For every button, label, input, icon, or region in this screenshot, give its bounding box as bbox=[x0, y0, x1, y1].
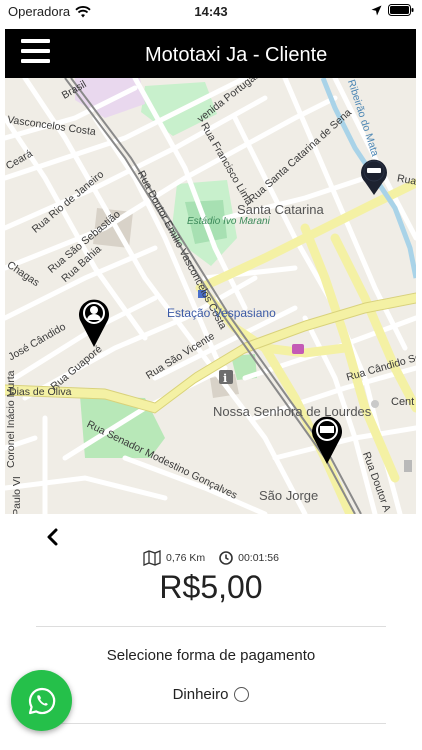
flag-marker-icon[interactable] bbox=[310, 413, 344, 465]
status-bar: Operadora 14:43 bbox=[0, 0, 422, 24]
battery-icon bbox=[388, 4, 414, 16]
divider bbox=[36, 626, 386, 627]
clock: 14:43 bbox=[194, 4, 228, 19]
map-view[interactable]: i Brasil Vasconcelos Costa venida Portug… bbox=[5, 78, 416, 514]
menu-icon[interactable] bbox=[21, 39, 50, 64]
page-title: Mototaxi Ja - Cliente bbox=[145, 44, 328, 66]
poi-marker bbox=[404, 460, 412, 472]
whatsapp-button[interactable] bbox=[11, 670, 72, 731]
svg-text:i: i bbox=[223, 372, 227, 385]
distance-value: 0,76 Km bbox=[166, 552, 206, 564]
price-value: R$5,00 bbox=[159, 569, 263, 605]
map-label: Cent bbox=[391, 396, 415, 408]
motorcycle-helmet-icon[interactable] bbox=[359, 156, 389, 196]
trip-stats: 0,76 Km 00:01:56 bbox=[0, 550, 422, 566]
station-label: Estação Vespasiano bbox=[167, 306, 276, 320]
back-chevron-icon[interactable] bbox=[44, 526, 62, 548]
map-label: Coronel Inácio Murta bbox=[5, 370, 17, 468]
person-marker-icon[interactable] bbox=[77, 296, 111, 348]
map-icon bbox=[143, 550, 161, 566]
radio-button[interactable] bbox=[234, 687, 250, 702]
duration-value: 00:01:56 bbox=[238, 552, 279, 564]
shop-icon bbox=[292, 344, 304, 354]
duration-stat: 00:01:56 bbox=[219, 551, 279, 565]
whatsapp-icon bbox=[28, 687, 55, 714]
map-label: Dias de Oliva bbox=[9, 386, 72, 398]
neighborhood-label: São Jorge bbox=[259, 488, 319, 503]
poi-dot bbox=[371, 400, 379, 408]
divider bbox=[36, 723, 386, 724]
clock-icon bbox=[219, 551, 233, 565]
map-label: Paulo VI bbox=[10, 476, 23, 514]
location-arrow-icon bbox=[371, 5, 382, 15]
stadium-label: Estádio Ivo Marani bbox=[187, 216, 270, 227]
neighborhood-label: Santa Catarina bbox=[237, 202, 324, 217]
distance-stat: 0,76 Km bbox=[143, 550, 205, 566]
app-header: Mototaxi Ja - Cliente bbox=[5, 29, 416, 78]
payment-option-label: Dinheiro bbox=[172, 686, 229, 703]
payment-title: Selecione forma de pagamento bbox=[106, 647, 316, 664]
